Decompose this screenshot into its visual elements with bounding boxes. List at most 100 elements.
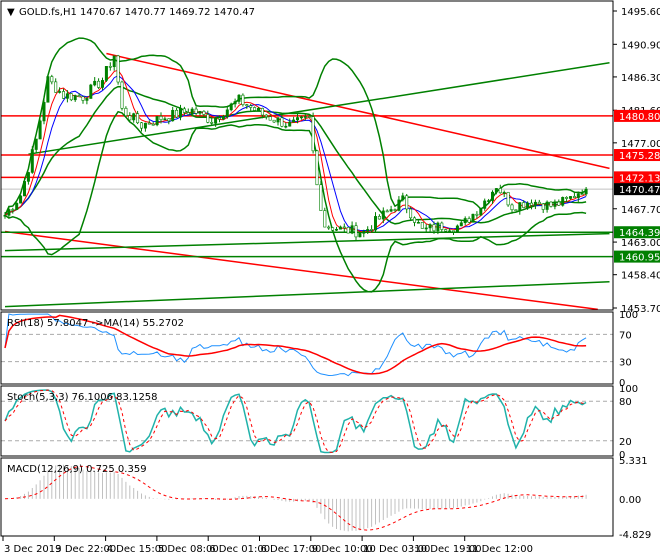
candle-body [537, 201, 541, 205]
candle-body [303, 116, 307, 118]
candle-body [315, 150, 319, 186]
candle-body [253, 107, 257, 111]
candle-body [358, 233, 362, 238]
candle-body [432, 224, 436, 232]
candle-body [190, 108, 194, 115]
candle-body [475, 213, 479, 216]
candle-body [373, 216, 377, 231]
candle-body [420, 221, 424, 229]
candle-body [366, 229, 370, 232]
candle-body [171, 109, 175, 122]
candle-body [229, 103, 233, 111]
candle-body [167, 118, 171, 122]
candle-body [143, 122, 147, 129]
candle-body [155, 116, 159, 126]
candle-body [175, 109, 179, 118]
indicator-level-label: 5.331 [619, 456, 648, 467]
candle-body [444, 229, 448, 232]
candle-body [54, 81, 58, 93]
candle-body [522, 202, 526, 208]
trendline-3 [4, 232, 610, 252]
candle-body [561, 197, 565, 206]
price-tick-label: 1458.40 [621, 271, 660, 282]
candle-body [381, 210, 385, 220]
candle-body [377, 216, 381, 220]
candle-body [210, 122, 214, 124]
bollinger-lower [4, 110, 587, 293]
candle-body [186, 112, 190, 115]
candle-body [3, 214, 7, 217]
candle-body [479, 208, 483, 216]
price-tick-label: 1490.90 [621, 40, 660, 51]
candle-body [401, 195, 405, 201]
candle-body [362, 230, 366, 234]
candle-body [409, 208, 413, 219]
indicator-level-label: -4.829 [619, 530, 651, 541]
candle-body [272, 119, 276, 123]
price-tag-1470.47: 1470.47 [619, 185, 660, 196]
candle-body [350, 225, 354, 234]
candle-body [292, 119, 296, 123]
candle-body [342, 226, 346, 229]
price-tag-1475.28: 1475.28 [619, 151, 660, 162]
candle-body [241, 94, 245, 105]
candle-body [549, 201, 553, 207]
candle-body [147, 122, 151, 125]
candle-body [280, 117, 284, 127]
candle-body [327, 226, 331, 229]
candle-body [397, 199, 401, 211]
candle-body [576, 193, 580, 198]
candle-body [334, 228, 338, 231]
price-tag-1460.95: 1460.95 [619, 253, 660, 264]
candle-body [15, 202, 19, 210]
price-tick-label: 1486.30 [621, 73, 660, 84]
candle-body [319, 184, 323, 211]
candle-body [245, 104, 249, 107]
candle-body [182, 108, 186, 113]
candle-body [50, 76, 54, 83]
candle-body [77, 95, 81, 97]
candle-body [288, 121, 292, 127]
candle-body [97, 80, 101, 88]
candle-body [268, 116, 272, 121]
main-price-panel[interactable] [1, 37, 613, 311]
candle-body [572, 196, 576, 198]
candle-body [214, 117, 218, 124]
chart-canvas[interactable]: 1495.601490.901486.301481.601477.001467.… [0, 0, 660, 560]
candle-body [331, 227, 335, 231]
candle-body [311, 116, 315, 152]
candle-body [58, 91, 62, 93]
price-tick-label: 1463.00 [621, 238, 660, 249]
candle-body [424, 227, 428, 230]
candle-body [249, 105, 253, 108]
candle-body [568, 196, 572, 199]
candle-body [26, 172, 30, 182]
indicator-level-label: 0.00 [619, 495, 641, 506]
candle-body [284, 125, 288, 128]
candle-body [506, 192, 510, 206]
trendline-4 [4, 281, 610, 308]
candle-body [136, 113, 140, 124]
candle-body [225, 109, 229, 118]
candle-body [510, 204, 514, 211]
candle-body [412, 217, 416, 223]
indicator-level-label: 30 [619, 358, 632, 369]
dropdown-triangle-icon[interactable]: ▼ [7, 7, 15, 18]
price-tick-label: 1477.00 [621, 139, 660, 150]
price-tick-label: 1467.70 [621, 205, 660, 216]
candle-body [463, 218, 467, 224]
candle-body [553, 201, 557, 207]
candle-body [124, 107, 128, 116]
candle-body [179, 108, 183, 118]
chart-window[interactable]: 1495.601490.901486.301481.601477.001467.… [0, 0, 660, 560]
candle-body [42, 101, 46, 122]
candle-body [529, 202, 533, 206]
price-tag-1480.80: 1480.80 [619, 112, 660, 123]
time-label: 11 Dec 12:00 [466, 544, 533, 555]
candle-body [276, 117, 280, 123]
candle-body [323, 210, 327, 228]
candle-body [533, 201, 537, 206]
candle-body [455, 225, 459, 232]
candle-body [22, 181, 26, 197]
candle-body [451, 230, 455, 233]
